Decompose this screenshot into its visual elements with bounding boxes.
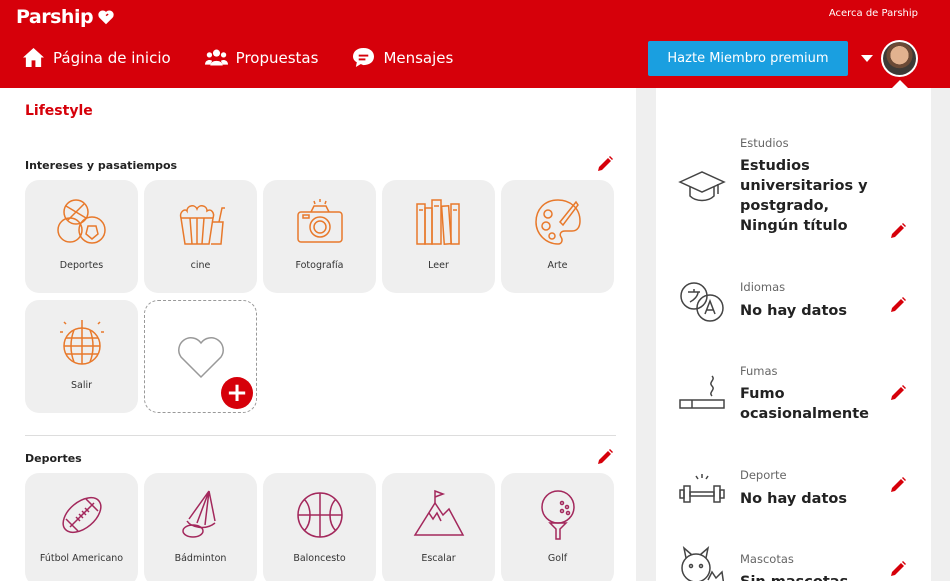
heart-logo-icon <box>98 10 114 25</box>
tile-label: Leer <box>428 260 449 271</box>
edit-smoking-pencil-icon[interactable] <box>889 384 907 402</box>
interest-tile-sports[interactable]: Deportes <box>25 180 138 293</box>
sport-tile-badminton[interactable]: Bádminton <box>144 473 257 581</box>
home-icon <box>23 47 44 68</box>
edit-interests-pencil-icon[interactable] <box>596 155 614 173</box>
top-navigation-bar: Parship Acerca de Parship Página de inic… <box>0 0 950 88</box>
premium-button[interactable]: Hazte Miembro premium <box>648 41 848 76</box>
nav-home-label: Página de inicio <box>53 48 171 67</box>
tile-label: Arte <box>547 260 568 271</box>
dumbbell-icon <box>679 474 725 503</box>
page-title: Lifestyle <box>25 103 93 119</box>
nav-messages[interactable]: Mensajes <box>352 47 453 68</box>
interest-tile-art[interactable]: Arte <box>501 180 614 293</box>
tile-label: Golf <box>547 553 568 564</box>
sports-title: Deportes <box>25 452 82 465</box>
mountain-flag-icon <box>413 489 464 536</box>
detail-category: Fumas <box>740 364 778 378</box>
interests-title: Intereses y pasatiempos <box>25 159 178 172</box>
chat-icon <box>353 47 375 68</box>
american-football-icon <box>61 496 102 534</box>
popcorn-icon <box>179 205 225 245</box>
interest-tile-cinema[interactable]: cine <box>144 180 257 293</box>
about-link[interactable]: Acerca de Parship <box>829 8 918 19</box>
detail-category: Deporte <box>740 468 787 482</box>
edit-sports-pencil-icon[interactable] <box>596 448 614 466</box>
parship-logo[interactable]: Parship <box>16 6 115 28</box>
sports-balls-icon <box>56 199 106 244</box>
detail-value: No hay datos <box>740 303 847 319</box>
camera-icon <box>296 199 343 243</box>
nav-proposals-label: Propuestas <box>235 48 319 67</box>
books-icon <box>415 199 460 245</box>
edit-languages-pencil-icon[interactable] <box>889 296 907 314</box>
tile-label: cine <box>190 260 211 271</box>
add-interest-tile[interactable]: + <box>144 300 257 413</box>
nav-messages-label: Mensajes <box>383 48 454 67</box>
cut-off-value: contestar <box>740 88 815 92</box>
divider <box>25 435 616 436</box>
tile-label: Fútbol Americano <box>39 553 124 564</box>
sport-tile-american-football[interactable]: Fútbol Americano <box>25 473 138 581</box>
tile-label: Salir <box>70 380 93 391</box>
interest-tile-reading[interactable]: Leer <box>382 180 495 293</box>
shuttlecock-icon <box>181 490 216 538</box>
tile-label: Deportes <box>59 260 104 271</box>
golf-ball-icon <box>540 490 575 540</box>
disco-ball-icon <box>59 320 104 365</box>
detail-category: Idiomas <box>740 280 786 294</box>
translate-icon <box>680 282 724 322</box>
edit-pets-pencil-icon[interactable] <box>889 560 907 578</box>
interest-tile-going-out[interactable]: Salir <box>25 300 138 413</box>
detail-value: Estudios universitarios y postgrado, Nin… <box>740 158 868 234</box>
sport-tile-basketball[interactable]: Baloncesto <box>263 473 376 581</box>
chevron-down-icon[interactable] <box>861 55 873 62</box>
pets-icon <box>681 546 725 581</box>
interest-tile-photography[interactable]: Fotografía <box>263 180 376 293</box>
tile-label: Baloncesto <box>293 553 346 564</box>
tile-label: Fotografía <box>295 260 344 271</box>
users-icon <box>204 49 228 66</box>
nav-proposals[interactable]: Propuestas <box>204 47 319 68</box>
edit-sport-pencil-icon[interactable] <box>889 476 907 494</box>
tile-label: Escalar <box>421 553 456 564</box>
basketball-icon <box>296 492 343 538</box>
main-nav: Página de inicio Propuestas Mensajes <box>22 47 453 68</box>
edit-education-pencil-icon[interactable] <box>889 222 907 240</box>
dropdown-pointer <box>892 80 908 88</box>
detail-value: Fumo ocasionalmente <box>740 386 870 422</box>
avatar[interactable] <box>881 40 918 77</box>
graduation-cap-icon <box>678 171 726 202</box>
profile-details-panel: contestar Estudios Estudios universitari… <box>656 88 931 581</box>
avatar-photo <box>883 42 916 75</box>
tile-label: Bádminton <box>174 553 227 564</box>
lifestyle-panel: Lifestyle Intereses y pasatiempos Deport… <box>0 88 636 581</box>
nav-home[interactable]: Página de inicio <box>22 47 171 68</box>
palette-icon <box>534 199 581 245</box>
cigarette-icon <box>679 375 725 409</box>
logo-text: Parship <box>16 6 94 28</box>
plus-icon[interactable]: + <box>221 377 253 409</box>
detail-value: No hay datos <box>740 491 847 507</box>
sport-tile-golf[interactable]: Golf <box>501 473 614 581</box>
sport-tile-climbing[interactable]: Escalar <box>382 473 495 581</box>
detail-category: Mascotas <box>740 552 794 566</box>
detail-value: Sin mascotas <box>740 572 880 581</box>
detail-category: Estudios <box>740 136 789 150</box>
heart-add-icon <box>177 337 224 379</box>
